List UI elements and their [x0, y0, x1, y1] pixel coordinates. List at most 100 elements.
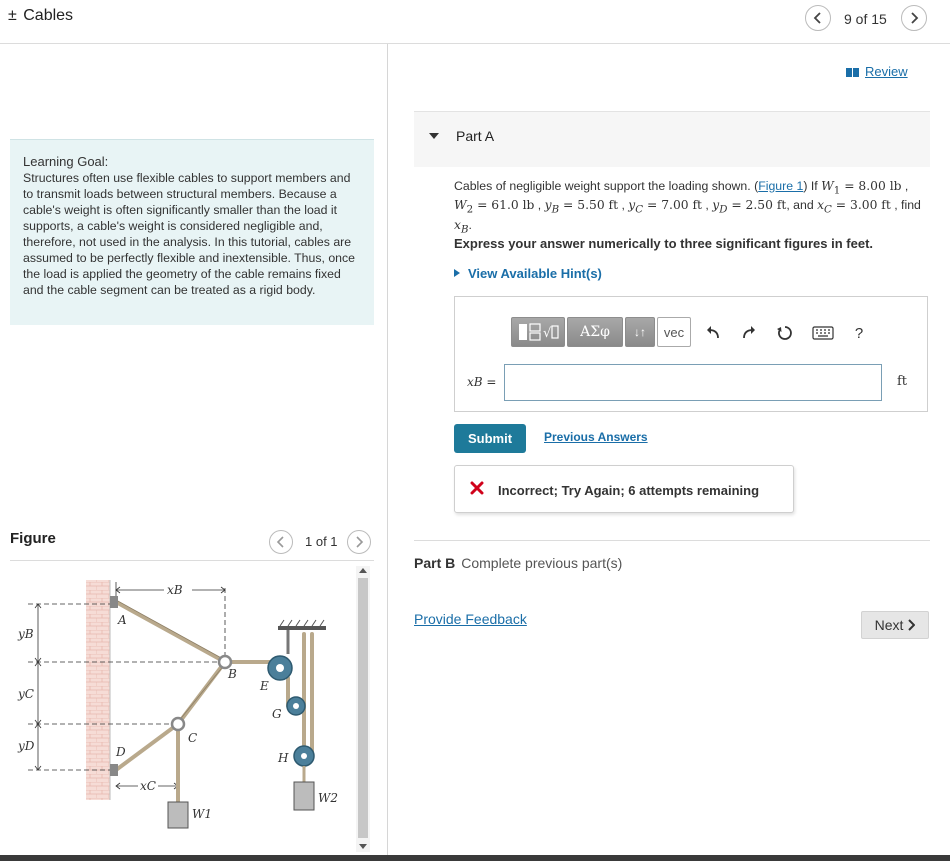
chevron-left-icon	[813, 12, 821, 24]
view-hints-toggle[interactable]: View Available Hint(s)	[454, 266, 602, 281]
answer-input[interactable]	[504, 364, 882, 401]
yb-value: = 5.50 ft	[559, 198, 619, 213]
previous-item-button[interactable]	[805, 5, 831, 31]
bottom-bar	[0, 855, 950, 861]
point-d-label: D	[115, 745, 126, 759]
next-button[interactable]: Next	[861, 611, 929, 639]
cables	[114, 600, 314, 804]
undo-icon	[707, 326, 719, 339]
vector-button[interactable]: vec	[657, 317, 691, 347]
subscript-superscript-button[interactable]: ↓↑	[625, 317, 655, 347]
part-b-header: Part B Complete previous part(s)	[414, 555, 622, 571]
chevron-right-icon	[356, 536, 364, 548]
book-icon	[846, 68, 859, 78]
figure-counter: 1 of 1	[305, 534, 338, 549]
question-and: , and	[786, 198, 814, 213]
pulley-h-hub	[301, 753, 307, 759]
w2-value: = 61.0 lb	[473, 198, 535, 213]
collapse-triangle-icon	[429, 133, 439, 139]
figure-divider	[10, 560, 374, 561]
yc-subscript: C	[635, 203, 644, 216]
title-text: Cables	[23, 7, 74, 24]
weight-w1	[167, 801, 189, 829]
templates-button[interactable]: √	[511, 317, 565, 347]
part-a-label: Part A	[456, 128, 495, 144]
answer-unit: ft	[897, 374, 908, 389]
xc-symbol: x	[817, 198, 825, 213]
bracket-a	[110, 596, 118, 608]
header-bar: ± Cables 9 of 15	[0, 0, 950, 44]
figure-next-button[interactable]	[347, 530, 371, 554]
w2-symbol: W	[454, 198, 467, 213]
point-c-label: C	[188, 731, 197, 745]
figure-scrollbar[interactable]	[356, 566, 370, 852]
yb-subscript: B	[551, 203, 560, 216]
scroll-down-arrow[interactable]	[359, 844, 367, 849]
part-a-header[interactable]: Part A	[414, 111, 930, 167]
learning-goal-panel: Learning Goal: Structures often use flex…	[10, 139, 374, 325]
xb-label: xB	[167, 583, 183, 597]
answer-variable-label: xB =	[467, 375, 497, 389]
keyboard-button[interactable]	[811, 323, 835, 343]
yb-symbol: y	[544, 198, 552, 213]
question-text: Cables of negligible weight support the …	[454, 179, 921, 236]
feedback-message: Incorrect; Try Again; 6 attempts remaini…	[498, 483, 760, 498]
figure-heading: Figure	[10, 530, 56, 547]
question-end: .	[468, 217, 472, 232]
chevron-right-icon	[911, 12, 919, 24]
part-b-status: Complete previous part(s)	[461, 555, 623, 571]
point-g-label: G	[272, 707, 282, 721]
part-b-divider	[414, 540, 930, 541]
next-label: Next	[874, 617, 904, 633]
provide-feedback-link[interactable]: Provide Feedback	[414, 611, 527, 627]
redo-button[interactable]	[739, 323, 759, 343]
review-link[interactable]: Review	[846, 64, 908, 79]
brick-wall	[86, 580, 110, 800]
w1-label: W1	[192, 807, 212, 821]
figure-link[interactable]: Figure 1	[758, 179, 803, 193]
error-x-icon	[470, 481, 484, 495]
next-item-button[interactable]	[901, 5, 927, 31]
answer-area: √ ΑΣφ ↓↑ vec ? xB = ft	[454, 296, 928, 412]
vertical-dimensions	[34, 603, 42, 771]
keyboard-icon	[812, 326, 834, 340]
feedback-box: Incorrect; Try Again; 6 attempts remaini…	[454, 465, 794, 513]
undo-button[interactable]	[703, 323, 723, 343]
cable-outlines	[115, 599, 226, 723]
yd-value: = 2.50 ft	[727, 198, 787, 213]
yc-label: yC	[17, 687, 34, 701]
sqrt-symbol: √	[543, 326, 552, 341]
greek-symbols-button[interactable]: ΑΣφ	[567, 317, 623, 347]
point-a-label: A	[117, 613, 127, 627]
question-post: ) If	[803, 179, 818, 193]
scroll-up-arrow[interactable]	[359, 568, 367, 573]
assignment-title: ± Cables	[8, 7, 73, 25]
templates-icon: √	[519, 323, 559, 341]
yd-label: yD	[17, 739, 35, 753]
column-divider	[387, 44, 388, 855]
w1-symbol: W	[821, 179, 834, 193]
w1-value: = 8.00 lb	[840, 179, 902, 193]
pulley-e-hub	[276, 664, 284, 672]
redo-icon	[743, 326, 755, 339]
question-pre: Cables of negligible weight support the …	[454, 179, 759, 193]
chevron-left-icon	[276, 536, 284, 548]
point-e-label: E	[259, 679, 269, 693]
reset-button[interactable]	[775, 323, 795, 343]
part-b-label: Part B	[414, 555, 456, 571]
figure-prev-button[interactable]	[269, 530, 293, 554]
learning-goal-heading: Learning Goal:	[23, 154, 109, 169]
previous-answers-link[interactable]: Previous Answers	[544, 430, 648, 444]
point-h-label: H	[277, 751, 289, 765]
submit-button[interactable]: Submit	[454, 424, 526, 453]
cable-figure: yB yC yD xB xC A D B C E G H W1 W2	[17, 580, 338, 829]
yc-value: = 7.00 ft	[643, 198, 702, 213]
reset-icon	[777, 326, 792, 340]
scroll-thumb[interactable]	[358, 578, 368, 838]
help-button[interactable]: ?	[849, 323, 869, 343]
ceiling-hatch	[279, 619, 325, 627]
hints-label: View Available Hint(s)	[468, 266, 602, 281]
xc-value: = 3.00 ft	[831, 198, 891, 213]
review-label: Review	[865, 64, 908, 79]
w2-label: W2	[318, 791, 338, 805]
